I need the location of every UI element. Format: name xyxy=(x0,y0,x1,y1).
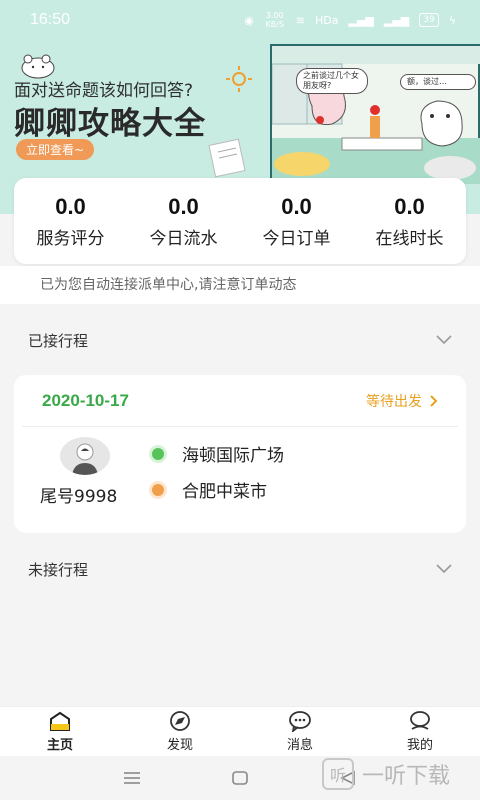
home-button-icon[interactable] xyxy=(231,770,249,786)
sun-icon xyxy=(226,66,252,92)
destination-dot-icon xyxy=(152,483,164,496)
charging-icon: ϟ xyxy=(448,13,456,27)
section-title: 已接行程 xyxy=(28,331,89,350)
origin-dot-icon xyxy=(152,447,164,460)
trip-card-header: 2020-10-17 等待出发 xyxy=(22,375,458,427)
stat-online-time: 0.0 在线时长 xyxy=(353,178,466,264)
status-icons: ◉ 3.00 KB/S ≋ HDa ▂▄▆ ▂▄▆ 39 ϟ xyxy=(244,11,456,29)
trip-destination: 合肥中菜市 xyxy=(152,477,267,502)
stat-value: 0.0 xyxy=(168,193,199,219)
chevron-down-icon[interactable] xyxy=(436,335,452,345)
trip-date: 2020-10-17 xyxy=(42,390,129,410)
accepted-trips-header[interactable]: 已接行程 xyxy=(0,320,480,360)
home-icon xyxy=(50,711,70,731)
stat-value: 0.0 xyxy=(394,193,425,219)
nav-profile[interactable]: 我的 xyxy=(360,707,480,756)
wifi-icon: ≋ xyxy=(295,13,306,27)
destination-label: 合肥中菜市 xyxy=(182,482,267,502)
nav-label: 发现 xyxy=(166,738,193,753)
avatar-person-icon xyxy=(72,443,98,475)
menu-icon[interactable] xyxy=(123,771,141,785)
hd-label: HDa xyxy=(315,13,339,27)
banner-title: 卿卿攻略大全 xyxy=(14,106,206,142)
nav-label: 我的 xyxy=(406,738,433,753)
nav-discover[interactable]: 发现 xyxy=(120,707,240,756)
dispatch-notice: 已为您自动连接派单中心,请注意订单动态 xyxy=(0,266,480,304)
battery-icon: 39 xyxy=(419,13,439,27)
trip-status-button[interactable]: 等待出发 xyxy=(366,391,438,411)
comic-illustration: 之前谈过几个女朋友呀? 额，谈过… xyxy=(270,44,480,184)
location-icon: ◉ xyxy=(244,13,254,27)
stat-label: 今日订单 xyxy=(262,228,331,249)
stat-service-rating: 0.0 服务评分 xyxy=(14,178,127,264)
stat-label: 在线时长 xyxy=(375,228,444,249)
pending-trips-header[interactable]: 未接行程 xyxy=(0,549,480,589)
message-icon xyxy=(289,711,311,732)
bottom-nav: 主页 发现 消息 我的 xyxy=(0,706,480,756)
origin-label: 海顿国际广场 xyxy=(182,446,284,466)
stat-value: 0.0 xyxy=(55,193,86,219)
stat-label: 服务评分 xyxy=(36,228,105,249)
nav-home[interactable]: 主页 xyxy=(0,707,120,756)
stat-today-orders: 0.0 今日订单 xyxy=(240,178,353,264)
view-now-button[interactable]: 立即查看~ xyxy=(16,139,95,160)
watermark-text: 一听下载 xyxy=(362,764,451,789)
signal-icon: ▂▄▆ xyxy=(348,13,374,27)
passenger-tail-number: 尾号9998 xyxy=(40,487,118,507)
section-title: 未接行程 xyxy=(28,560,89,579)
nav-label: 主页 xyxy=(46,738,73,753)
signal-icon-2: ▂▄▆ xyxy=(383,13,410,27)
nav-label: 消息 xyxy=(286,738,313,753)
comic-bubble-left: 之前谈过几个女朋友呀? xyxy=(296,68,368,94)
chevron-right-icon xyxy=(430,394,438,407)
comic-bubble-right: 额，谈过… xyxy=(400,74,476,90)
network-speed: 3.00 KB/S xyxy=(265,11,285,29)
nav-messages[interactable]: 消息 xyxy=(240,707,360,756)
trip-status-label: 等待出发 xyxy=(366,393,422,410)
status-time: 16:50 xyxy=(30,11,71,28)
paper-icon xyxy=(208,138,246,178)
comic-art xyxy=(272,46,480,184)
stat-today-revenue: 0.0 今日流水 xyxy=(127,178,240,264)
discover-icon xyxy=(170,711,190,731)
stat-label: 今日流水 xyxy=(149,228,218,249)
chevron-down-icon[interactable] xyxy=(436,564,452,574)
trip-card[interactable]: 2020-10-17 等待出发 尾号9998 海顿国际广场 合肥中菜市 xyxy=(14,375,466,533)
stats-card: 0.0 服务评分 0.0 今日流水 0.0 今日订单 0.0 在线时长 xyxy=(14,178,466,264)
trip-origin: 海顿国际广场 xyxy=(152,441,284,466)
watermark-logo: 听 xyxy=(322,758,354,790)
stat-value: 0.0 xyxy=(281,193,312,219)
profile-icon xyxy=(410,711,430,730)
status-bar: 16:50 ◉ 3.00 KB/S ≋ HDa ▂▄▆ ▂▄▆ 39 ϟ xyxy=(0,0,480,40)
watermark: 听 一听下载 xyxy=(322,758,450,790)
avatar xyxy=(60,437,110,475)
